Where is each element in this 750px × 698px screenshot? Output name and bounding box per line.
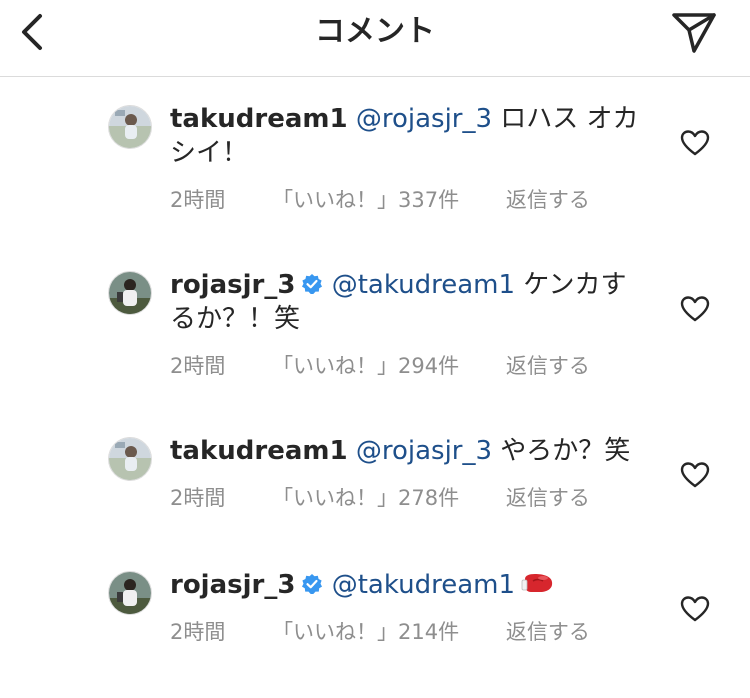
comment-mention[interactable]: @rojasjr_3	[356, 104, 492, 134]
like-button[interactable]	[680, 595, 710, 623]
paper-plane-icon	[672, 13, 716, 53]
like-button[interactable]	[680, 129, 710, 157]
comment-time: 2時間	[170, 188, 226, 212]
comment-mention[interactable]: @takudream1	[332, 270, 515, 300]
profile-photo-icon	[109, 438, 151, 480]
comment-username[interactable]: takudream1	[170, 436, 348, 466]
comment-username[interactable]: takudream1	[170, 104, 348, 134]
heart-icon	[680, 130, 710, 156]
comment-mention[interactable]: @rojasjr_3	[356, 436, 492, 466]
boxing-glove-icon	[521, 574, 553, 592]
comment-meta: 2時間 「いいね！」214件 返信する	[170, 618, 630, 646]
comment-text: rojasjr_3 @takudream1	[170, 568, 640, 602]
comment-likes-count[interactable]: 「いいね！」294件	[272, 354, 459, 378]
verified-badge-icon	[302, 574, 323, 594]
header-bar: コメント	[0, 0, 750, 77]
share-button[interactable]	[668, 9, 720, 53]
profile-photo-icon	[109, 272, 151, 314]
comment-item: rojasjr_3 @takudream1 ケンカするか？！笑 2時間 「いいね…	[0, 268, 750, 398]
reply-button[interactable]: 返信する	[506, 486, 590, 510]
heart-icon	[680, 596, 710, 622]
comment-item: takudream1 @rojasjr_3 ロハス オカシイ！ 2時間 「いいね…	[0, 102, 750, 232]
heart-icon	[680, 462, 710, 488]
comment-mention[interactable]: @takudream1	[332, 570, 515, 600]
comment-username[interactable]: rojasjr_3	[170, 570, 295, 600]
comment-meta: 2時間 「いいね！」278件 返信する	[170, 484, 630, 512]
like-button[interactable]	[680, 295, 710, 323]
comment-item: takudream1 @rojasjr_3 やろか？笑 2時間 「いいね！」27…	[0, 434, 750, 564]
comment-meta: 2時間 「いいね！」337件 返信する	[170, 186, 630, 214]
reply-button[interactable]: 返信する	[506, 354, 590, 378]
comment-text: takudream1 @rojasjr_3 やろか？笑	[170, 434, 640, 468]
heart-icon	[680, 296, 710, 322]
reply-button[interactable]: 返信する	[506, 620, 590, 644]
comment-username[interactable]: rojasjr_3	[170, 270, 295, 300]
profile-photo-icon	[109, 106, 151, 148]
comment-likes-count[interactable]: 「いいね！」278件	[272, 486, 459, 510]
reply-button[interactable]: 返信する	[506, 188, 590, 212]
comment-message: やろか？笑	[492, 436, 631, 466]
comment-time: 2時間	[170, 354, 226, 378]
avatar[interactable]	[108, 437, 152, 481]
comment-time: 2時間	[170, 620, 226, 644]
profile-photo-icon	[109, 572, 151, 614]
like-button[interactable]	[680, 461, 710, 489]
comment-meta: 2時間 「いいね！」294件 返信する	[170, 352, 630, 380]
comment-likes-count[interactable]: 「いいね！」214件	[272, 620, 459, 644]
avatar[interactable]	[108, 105, 152, 149]
comment-likes-count[interactable]: 「いいね！」337件	[272, 188, 459, 212]
verified-badge-icon	[302, 274, 323, 294]
avatar[interactable]	[108, 271, 152, 315]
page-title: コメント	[315, 14, 435, 49]
comment-time: 2時間	[170, 486, 226, 510]
comment-text: rojasjr_3 @takudream1 ケンカするか？！笑	[170, 268, 640, 336]
avatar[interactable]	[108, 571, 152, 615]
comment-item: rojasjr_3 @takudream1 2時間 「いいね！」214件 返信す…	[0, 568, 750, 698]
comment-text: takudream1 @rojasjr_3 ロハス オカシイ！	[170, 102, 640, 170]
